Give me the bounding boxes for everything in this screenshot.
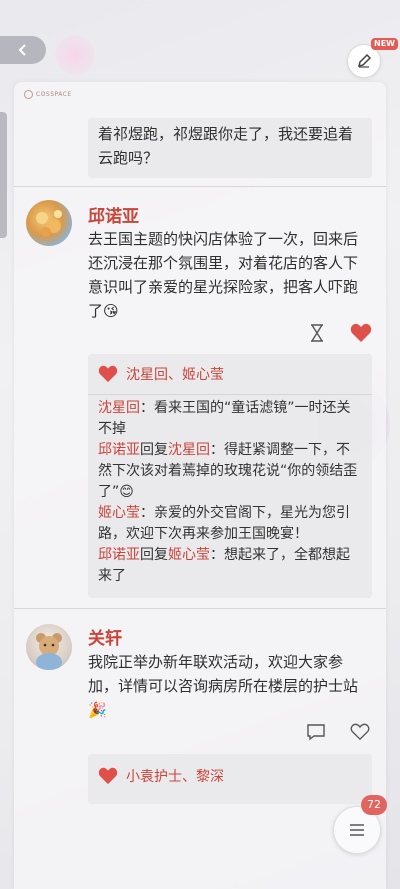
reply-line[interactable]: 邱诺亚回复姬心莹：想起来了，全都想起来了 xyxy=(98,545,360,587)
comment-icon xyxy=(307,724,325,741)
back-button[interactable] xyxy=(0,36,46,64)
likes-row: 沈星回、姬心莹 xyxy=(98,364,224,384)
reply-target[interactable]: 沈星回 xyxy=(168,442,210,458)
flower-avatar-image xyxy=(36,210,62,237)
like-button[interactable] xyxy=(347,720,373,744)
bear-avatar-image xyxy=(36,633,62,670)
reply-author[interactable]: 邱诺亚 xyxy=(98,547,140,563)
hourglass-button[interactable] xyxy=(306,322,328,344)
background-glow xyxy=(55,35,95,75)
post-text: 我院正举办新年联欢活动，欢迎大家参加，详情可以咨询病房所在楼层的护士站🎉 xyxy=(88,653,359,719)
reply-text: 着祁煜跑，祁煜跟你走了，我还要追着云跑吗？ xyxy=(98,125,354,167)
menu-icon xyxy=(350,824,364,836)
heart-icon xyxy=(98,767,118,785)
pencil-icon xyxy=(357,53,372,68)
moments-panel: COSSPACE 着祁煜跑，祁煜跟你走了，我还要追着云跑吗？ 邱诺亚 去王国主题… xyxy=(14,82,386,889)
reply-author[interactable]: 姬心莹 xyxy=(98,505,140,521)
comment-button[interactable] xyxy=(304,720,328,744)
reply-line[interactable]: 沈星回：看来王国的“童话滤镜”一时还关不掉 xyxy=(98,398,360,440)
heart-icon xyxy=(98,365,118,383)
comment-count-badge: 72 xyxy=(361,795,387,815)
divider xyxy=(14,608,386,609)
reply-author[interactable]: 邱诺亚 xyxy=(98,442,140,458)
new-badge: NEW xyxy=(371,38,398,50)
comment-box: 沈星回、姬心莹 沈星回：看来王国的“童话滤镜”一时还关不掉 邱诺亚回复沈星回：得… xyxy=(88,354,372,598)
likes-names[interactable]: 沈星回、姬心莹 xyxy=(126,364,224,384)
post-text: 去王国主题的快闪店体验了一次，回来后还沉浸在那个氛围里，对着花店的客人下意识叫了… xyxy=(88,230,359,320)
reply-line[interactable]: 姬心莹：亲爱的外交官阁下，星光为您引路，欢迎下次再来参加王国晚宴！ xyxy=(98,503,360,545)
like-button[interactable] xyxy=(348,321,374,345)
avatar[interactable] xyxy=(26,624,72,670)
reply-author[interactable]: 沈星回 xyxy=(98,400,140,416)
avatar[interactable] xyxy=(26,200,72,246)
previous-replies-box: 着祁煜跑，祁煜跟你走了，我还要追着云跑吗？ xyxy=(88,118,372,178)
divider xyxy=(88,394,372,395)
side-scroll-handle[interactable] xyxy=(0,112,7,238)
hourglass-icon xyxy=(311,324,323,342)
reply-line[interactable]: 邱诺亚回复沈星回：得赶紧调整一下，不然下次该对着蔫掉的玫瑰花说“你的领结歪了”😊 xyxy=(98,440,360,503)
likes-row: 小袁护士、黎深 xyxy=(98,766,224,786)
divider xyxy=(14,186,386,187)
post-author[interactable]: 邱诺亚 xyxy=(88,202,139,227)
reply-target[interactable]: 姬心莹 xyxy=(168,547,210,563)
brand-logo: COSSPACE xyxy=(24,90,72,99)
chevron-left-icon xyxy=(18,44,26,56)
comment-box: 小袁护士、黎深 xyxy=(88,754,372,804)
post-author[interactable]: 关轩 xyxy=(88,624,122,649)
heart-icon xyxy=(350,323,372,342)
likes-names[interactable]: 小袁护士、黎深 xyxy=(126,766,224,786)
heart-icon xyxy=(350,723,370,741)
